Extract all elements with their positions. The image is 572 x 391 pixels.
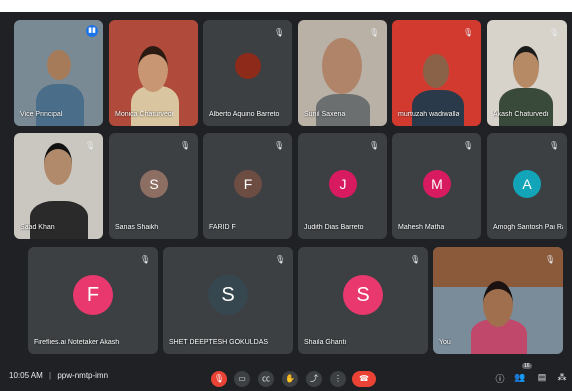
meeting-code: ppw-nmtp-imn <box>57 371 109 380</box>
mic-off-icon: 🎙 <box>369 141 380 150</box>
tile-shaila-ghanti[interactable]: S 🎙 Shaila Ghanti <box>298 247 428 354</box>
mic-off-icon[interactable]: 🎙 <box>211 371 227 387</box>
mic-off-icon: 🎙 <box>274 141 285 150</box>
tile-sunil-saxena[interactable]: 🎙 Sunil Saxena <box>298 20 387 126</box>
participant-name: Amogh Santosh Pai Rai... <box>493 224 563 231</box>
tile-judith-dias-barreto[interactable]: J 🎙 Judith Dias Barreto <box>298 133 387 239</box>
participant-count-badge: 16 <box>522 363 532 369</box>
mic-off-icon: 🎙 <box>369 28 380 37</box>
participant-name: Mahesh Matha <box>398 224 445 231</box>
participant-name: Akash Chaturvedi <box>493 111 549 118</box>
participant-name: Sanas Shaikh <box>115 224 159 231</box>
mic-off-icon: 🎙 <box>549 141 560 150</box>
participant-name: Saad Khan <box>20 224 55 231</box>
avatar: M <box>423 170 451 198</box>
tile-saad-khan[interactable]: 🎙 Saad Khan <box>14 133 103 239</box>
avatar: S <box>208 275 248 315</box>
participant-name: Monica Chaturvedi <box>115 111 174 118</box>
more-icon[interactable]: ⋮ <box>330 371 346 387</box>
avatar: S <box>140 170 168 198</box>
chat-icon[interactable]: ▤ <box>535 372 549 383</box>
raise-hand-icon[interactable]: ✋ <box>282 371 298 387</box>
camera-icon[interactable]: ▭ <box>234 371 250 387</box>
tile-vice-principal[interactable]: ▮▮ Vice Principal <box>14 20 103 126</box>
avatar: J <box>329 170 357 198</box>
mic-off-icon: 🎙 <box>545 255 556 264</box>
info-icon[interactable]: ⓘ <box>493 372 507 385</box>
mic-off-icon: 🎙 <box>275 255 286 264</box>
meeting-info: 10:05 AM | ppw-nmtp-imn <box>9 371 108 380</box>
tile-shet-deeptesh-gokuldas[interactable]: S 🎙 SHET DEEPTESH GOKULDAS <box>163 247 293 354</box>
separator: | <box>49 371 52 380</box>
participant-name: FARID F <box>209 224 236 231</box>
tile-farid-f[interactable]: F 🎙 FARID F <box>203 133 292 239</box>
mic-off-icon: 🎙 <box>85 141 96 150</box>
tile-monica-chaturvedi[interactable]: Monica Chaturvedi <box>109 20 198 126</box>
tile-akash-chaturvedi[interactable]: 🎙 Akash Chaturvedi <box>487 20 567 126</box>
tile-fireflies-notetaker[interactable]: F 🎙 Fireflies.ai Notetaker Akash <box>28 247 158 354</box>
mic-off-icon: 🎙 <box>463 28 474 37</box>
avatar: S <box>343 275 383 315</box>
tile-amogh-santosh-pai-raikar[interactable]: A 🎙 Amogh Santosh Pai Rai... <box>487 133 567 239</box>
activities-icon[interactable]: ⁂ <box>555 372 569 383</box>
tile-murtuzah-wadiwalla[interactable]: 🎙 murtuzah wadiwalla <box>392 20 481 126</box>
participant-name: Judith Dias Barreto <box>304 224 364 231</box>
tile-alberto-aquino-barreto[interactable]: 🎙 Alberto Aquino Barreto <box>203 20 292 126</box>
bottom-control-bar: 10:05 AM | ppw-nmtp-imn 🎙 ▭ ㏄ ✋ ⤴ ⋮ ☎ ⓘ … <box>0 363 572 391</box>
tile-self-view[interactable]: 🎙 You <box>433 247 563 354</box>
participant-name: SHET DEEPTESH GOKULDAS <box>169 339 269 346</box>
participant-name: Vice Principal <box>20 111 63 118</box>
browser-top-strip <box>0 0 572 12</box>
mic-off-icon: 🎙 <box>180 141 191 150</box>
mic-off-icon: 🎙 <box>410 255 421 264</box>
profile-photo <box>235 53 261 79</box>
participant-name: Alberto Aquino Barreto <box>209 111 280 118</box>
end-call-icon[interactable]: ☎ <box>352 371 376 387</box>
tile-mahesh-matha[interactable]: M 🎙 Mahesh Matha <box>392 133 481 239</box>
avatar: F <box>234 170 262 198</box>
mic-off-icon: 🎙 <box>140 255 151 264</box>
participant-name: murtuzah wadiwalla <box>398 111 460 118</box>
captions-icon[interactable]: ㏄ <box>258 371 274 387</box>
participant-name: Fireflies.ai Notetaker Akash <box>34 339 120 346</box>
mic-off-icon: 🎙 <box>463 141 474 150</box>
participant-name: Sunil Saxena <box>304 111 346 118</box>
mic-off-icon: 🎙 <box>549 28 560 37</box>
clock: 10:05 AM <box>9 371 43 380</box>
people-icon[interactable]: 👥 <box>513 372 527 383</box>
audio-level-icon: ▮▮ <box>86 25 98 37</box>
participant-name: You <box>439 339 451 346</box>
mic-off-icon: 🎙 <box>274 28 285 37</box>
tile-sanas-shaikh[interactable]: S 🎙 Sanas Shaikh <box>109 133 198 239</box>
participant-name: Shaila Ghanti <box>304 339 347 346</box>
present-icon[interactable]: ⤴ <box>306 371 322 387</box>
avatar: F <box>73 275 113 315</box>
avatar: A <box>513 170 541 198</box>
